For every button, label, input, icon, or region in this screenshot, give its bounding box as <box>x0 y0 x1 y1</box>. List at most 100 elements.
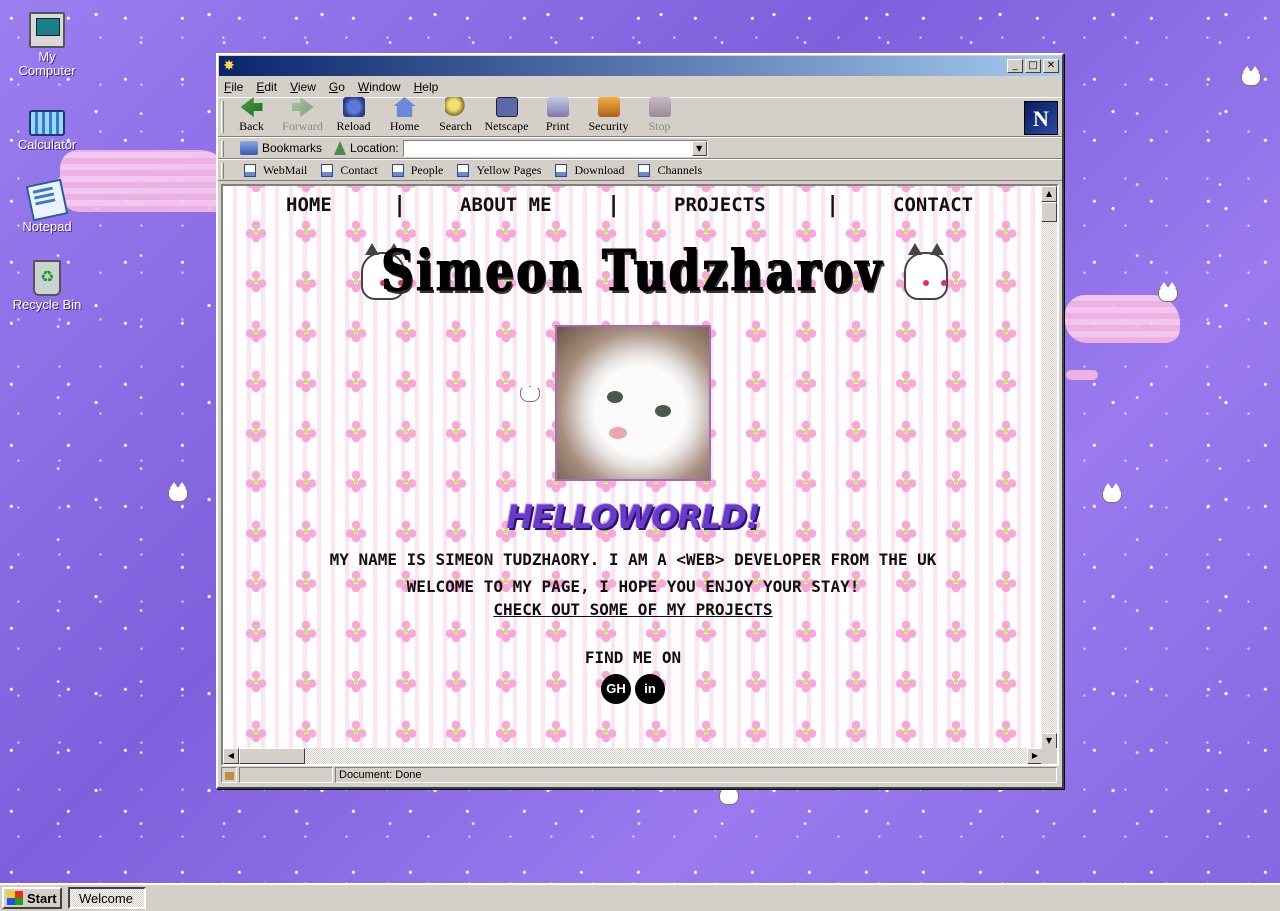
nav-about-me[interactable]: About Me <box>460 194 552 216</box>
bookmark-page-icon <box>391 163 404 177</box>
nav-home[interactable]: Home <box>286 194 332 216</box>
chevron-down-icon[interactable]: ▼ <box>691 140 707 156</box>
desktop-icon-notepad[interactable]: Notepad <box>2 178 92 234</box>
scroll-down-button[interactable]: ▼ <box>1041 733 1057 749</box>
desktop-icon-calculator[interactable]: Calculator <box>2 104 92 152</box>
linkedin-icon[interactable]: in <box>635 674 665 704</box>
taskbar-window-button[interactable]: Welcome <box>68 887 146 909</box>
site-title: Simeon Tudzharov <box>381 237 885 305</box>
nav-contact[interactable]: Contact <box>893 194 973 216</box>
menu-go[interactable]: Go <box>329 80 345 94</box>
desktop-icon-my-computer[interactable]: My Computer <box>2 12 92 78</box>
title-bar[interactable]: ✸ _ □ ✕ <box>219 56 1061 76</box>
vertical-scroll-thumb[interactable] <box>1041 202 1057 222</box>
bookmarks-icon[interactable] <box>240 141 258 155</box>
menu-bar: File Edit View Go Window Help <box>218 77 1062 97</box>
minimize-button[interactable]: _ <box>1007 59 1023 73</box>
bookmarks-button[interactable]: Bookmarks <box>262 141 322 155</box>
cat-icon <box>1158 282 1178 302</box>
computer-icon <box>29 12 65 48</box>
cat-icon <box>896 240 949 302</box>
search-icon <box>444 97 467 117</box>
scroll-corner <box>1041 748 1057 764</box>
print-button[interactable]: Print <box>532 97 583 136</box>
site-nav: Home | About Me | Projects | Contact <box>223 190 1043 220</box>
personal-toolbar: WebMail Contact People Yellow Pages Down… <box>218 159 1062 181</box>
horizontal-scrollbar[interactable]: ◀ ▶ <box>223 748 1043 764</box>
pixel-cloud <box>1065 295 1180 343</box>
home-icon <box>393 97 416 117</box>
hello-heading: HelloWorld! <box>506 498 760 536</box>
navigation-toolbar: Back Forward Reload Home Search Netscape… <box>218 97 1062 137</box>
menu-edit[interactable]: Edit <box>256 80 277 94</box>
vertical-scrollbar[interactable]: ▲ ▼ <box>1041 186 1057 749</box>
nav-separator: | <box>826 192 840 218</box>
horizontal-scroll-thumb[interactable] <box>239 748 305 764</box>
menu-view[interactable]: View <box>290 80 316 94</box>
desktop-icon-label: Recycle Bin <box>12 297 82 312</box>
printer-icon <box>546 97 569 117</box>
notepad-icon <box>25 178 69 222</box>
nav-projects[interactable]: Projects <box>674 194 766 216</box>
nav-separator: | <box>393 192 407 218</box>
page-viewport[interactable]: Home | About Me | Projects | Contact Sim… <box>221 184 1059 766</box>
cat-icon <box>719 785 739 805</box>
cat-icon <box>168 482 188 502</box>
maximize-button[interactable]: □ <box>1025 59 1041 73</box>
profile-photo <box>555 325 711 481</box>
lock-icon <box>597 97 620 117</box>
progress-cell <box>239 767 333 783</box>
channels-icon <box>638 163 651 177</box>
cat-icon <box>353 240 405 302</box>
desktop-icon-label: My Computer <box>18 49 76 78</box>
security-button[interactable]: Security <box>583 97 634 136</box>
status-text: Document: Done <box>335 767 1057 783</box>
netscape-logo[interactable]: N <box>1024 101 1058 135</box>
bookmark-page-icon <box>457 163 470 177</box>
home-button[interactable]: Home <box>379 97 430 136</box>
scroll-left-button[interactable]: ◀ <box>223 748 239 764</box>
social-links: GH in <box>601 674 665 704</box>
start-button[interactable]: Start <box>2 887 62 909</box>
link-download[interactable]: Download <box>555 163 624 178</box>
menu-window[interactable]: Window <box>358 80 401 94</box>
pixel-cloud <box>1066 370 1098 380</box>
location-input[interactable]: ▼ <box>402 139 708 157</box>
link-yellow-pages[interactable]: Yellow Pages <box>457 163 541 178</box>
netscape-button[interactable]: Netscape <box>481 97 532 136</box>
toolbar-grip[interactable] <box>221 141 224 157</box>
projects-link-row: Check out some of my projects <box>223 600 1043 619</box>
desktop-icon-label: Calculator <box>17 137 77 152</box>
status-bar: Document: Done <box>221 766 1059 784</box>
desktop-icon-recycle-bin[interactable]: Recycle Bin <box>2 260 92 312</box>
menu-help[interactable]: Help <box>414 80 439 94</box>
github-icon[interactable]: GH <box>601 674 631 704</box>
toolbar-grip[interactable] <box>221 101 224 133</box>
security-lock-icon[interactable] <box>221 767 237 783</box>
link-people[interactable]: People <box>391 163 443 178</box>
location-icon <box>334 141 347 155</box>
link-contact[interactable]: Contact <box>321 163 378 178</box>
calculator-icon <box>29 110 65 136</box>
netscape-icon <box>495 97 518 117</box>
link-webmail[interactable]: WebMail <box>244 163 307 178</box>
projects-link[interactable]: Check out some of my projects <box>493 600 772 619</box>
close-button[interactable]: ✕ <box>1043 59 1059 73</box>
menu-file[interactable]: File <box>224 80 243 94</box>
reload-button[interactable]: Reload <box>328 97 379 136</box>
bookmark-page-icon <box>244 163 256 177</box>
forward-button[interactable]: Forward <box>277 97 328 136</box>
toolbar-grip[interactable] <box>221 163 224 179</box>
bookmark-page-icon <box>321 163 334 177</box>
nav-separator: | <box>607 192 621 218</box>
recycle-bin-icon <box>33 260 61 296</box>
site-header: Simeon Tudzharov <box>353 236 949 306</box>
forward-arrow-icon <box>291 97 314 117</box>
link-channels[interactable]: Channels <box>638 163 702 178</box>
back-arrow-icon <box>240 97 263 117</box>
search-button[interactable]: Search <box>430 97 481 136</box>
back-button[interactable]: Back <box>226 97 277 136</box>
web-page: Home | About Me | Projects | Contact Sim… <box>223 186 1043 749</box>
stop-button[interactable]: Stop <box>634 97 685 136</box>
scroll-up-button[interactable]: ▲ <box>1041 186 1057 202</box>
